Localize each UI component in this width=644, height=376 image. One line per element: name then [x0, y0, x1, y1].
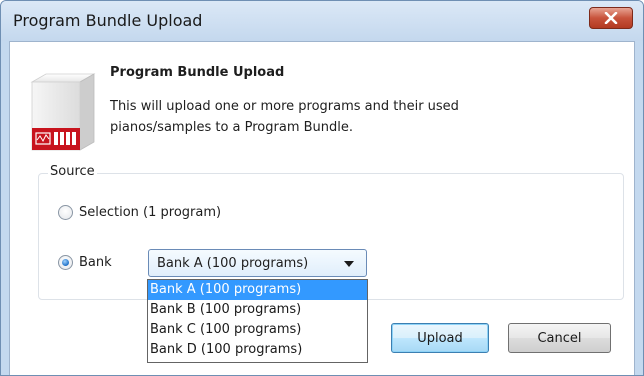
close-icon [604, 12, 618, 24]
bank-select-value: Bank A (100 programs) [157, 256, 309, 271]
bank-select[interactable]: Bank A (100 programs) [148, 249, 367, 277]
header-description: This will upload one or more programs an… [110, 99, 459, 135]
cancel-button[interactable]: Cancel [508, 323, 611, 353]
radio-selection-label: Selection (1 program) [79, 205, 222, 220]
dropdown-option-bank-b[interactable]: Bank B (100 programs) [148, 300, 367, 320]
window-title: Program Bundle Upload [13, 11, 203, 30]
dropdown-option-bank-a[interactable]: Bank A (100 programs) [148, 280, 367, 300]
source-group-label: Source [48, 164, 97, 179]
header-title: Program Bundle Upload [110, 65, 285, 80]
dialog-window: Program Bundle Upload Program Bundle Upl… [0, 0, 644, 376]
bank-dropdown-list: Bank A (100 programs) Bank B (100 progra… [147, 279, 368, 363]
upload-button[interactable]: Upload [391, 323, 489, 353]
radio-selection[interactable]: Selection (1 program) [58, 205, 221, 220]
radio-circle-checked[interactable] [58, 255, 73, 270]
radio-circle-unchecked[interactable] [58, 205, 73, 220]
radio-bank-label: Bank [79, 255, 112, 270]
radio-bank[interactable]: Bank [58, 255, 112, 270]
close-button[interactable] [589, 7, 633, 29]
dropdown-option-bank-c[interactable]: Bank C (100 programs) [148, 320, 367, 340]
program-bundle-icon [30, 73, 96, 151]
chevron-down-icon[interactable] [344, 261, 354, 267]
dropdown-option-bank-d[interactable]: Bank D (100 programs) [148, 340, 367, 360]
title-bar[interactable]: Program Bundle Upload [1, 1, 643, 41]
dialog-body: Program Bundle Upload This will upload o… [9, 41, 635, 375]
